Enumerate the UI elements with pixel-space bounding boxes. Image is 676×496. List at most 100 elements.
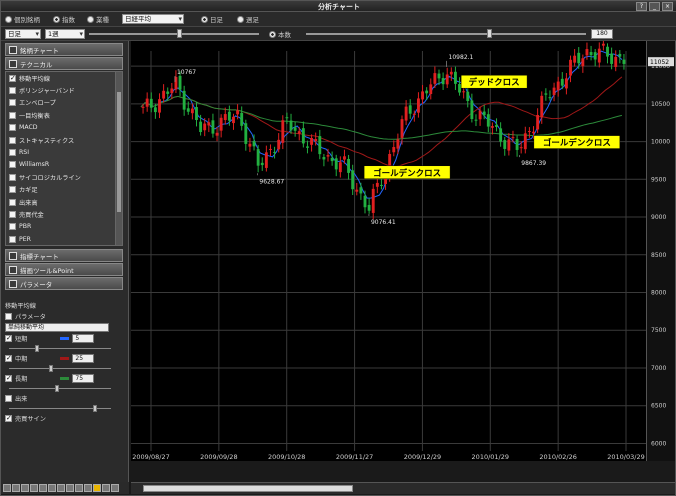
long-ma-input[interactable]: 75 (72, 374, 95, 383)
range-slider-thumb[interactable] (177, 29, 182, 38)
candle-body (601, 43, 605, 46)
indicator-checkbox[interactable] (9, 136, 16, 144)
sidebar-section-parameters[interactable]: パラメータ (5, 277, 123, 290)
tool-icon-1[interactable] (3, 484, 11, 492)
period-select[interactable]: 日足 (5, 29, 41, 39)
indicator-checkbox[interactable] (9, 111, 16, 119)
candle-body (462, 91, 466, 93)
sidebar: 銘柄チャート テクニカル 移動平均線ボリンジャーバンドエンベロープ一目均衡表MA… (1, 41, 129, 483)
checkbox-icon[interactable] (5, 313, 12, 320)
sidebar-section-drawing-tools[interactable]: 描画ツール&Point (5, 263, 123, 276)
tool-icon-4[interactable] (30, 484, 38, 492)
candle-body (622, 59, 626, 64)
tool-icon-7[interactable] (57, 484, 65, 492)
close-button[interactable]: × (662, 2, 673, 11)
candle-body (392, 147, 396, 153)
radio-index[interactable]: 指数 (53, 14, 75, 24)
y-tick-label: 8000 (651, 290, 666, 297)
indicator-checkbox[interactable] (9, 124, 16, 132)
radio-sector[interactable]: 業種 (87, 14, 109, 24)
sidebar-section-stock-chart[interactable]: 銘柄チャート (5, 43, 123, 56)
candle-body (334, 158, 338, 170)
candle-body (248, 143, 252, 147)
long-ma-slider[interactable] (5, 384, 123, 393)
volume-checkbox[interactable] (5, 395, 12, 402)
mid-ma-checkbox[interactable] (5, 354, 12, 362)
help-button[interactable]: ? (636, 2, 647, 11)
tool-icon-12[interactable] (102, 484, 110, 492)
mid-ma-input[interactable]: 25 (72, 354, 95, 363)
tool-icon-highlighted[interactable] (93, 484, 101, 492)
indicator-item[interactable]: ボリンジャーバンド (6, 84, 122, 96)
sidebar-section-technical[interactable]: テクニカル (5, 57, 123, 70)
radio-selected-icon (269, 30, 276, 38)
tool-icon-8[interactable] (66, 484, 74, 492)
indicator-checkbox[interactable] (9, 186, 16, 194)
tool-icon-3[interactable] (21, 484, 29, 492)
long-ma-row: 長期 75 (5, 373, 123, 384)
volume-slider[interactable] (5, 404, 123, 413)
short-ma-slider[interactable] (5, 344, 123, 353)
long-ma-checkbox[interactable] (5, 374, 12, 382)
indicator-checkbox[interactable] (9, 149, 16, 157)
indicator-checkbox[interactable] (9, 87, 16, 95)
indicator-item[interactable]: MACD (6, 122, 122, 134)
ma-type-select[interactable]: 単純移動平均 (5, 323, 109, 332)
indicator-item[interactable]: 出来高 (6, 196, 122, 208)
short-ma-checkbox[interactable] (5, 334, 12, 342)
candlestick-chart[interactable]: 2009/08/27 2009/09/28 2009/10/28 2009/11/27… (131, 37, 646, 461)
indicator-item[interactable]: WilliamsR (6, 159, 122, 171)
candle-body (577, 52, 581, 64)
y-tick-label: 9000 (651, 214, 666, 221)
tool-icon-2[interactable] (12, 484, 20, 492)
radio-daily[interactable]: 日足 (201, 14, 223, 24)
horizontal-scrollbar[interactable] (131, 482, 675, 494)
index-select[interactable]: 日経平均 (122, 14, 184, 24)
span-select[interactable]: 1週 (45, 29, 85, 39)
candle-body (466, 91, 470, 101)
scrollbar-thumb[interactable] (143, 485, 353, 492)
y-tick-label: 10500 (651, 101, 670, 108)
signal-checkbox[interactable] (5, 414, 12, 422)
count-input[interactable]: 180 (591, 29, 613, 39)
indicator-checkbox[interactable] (9, 74, 16, 82)
tool-icon-6[interactable] (48, 484, 56, 492)
indicator-checkbox[interactable] (9, 210, 16, 218)
long-ma-color-swatch[interactable] (60, 377, 70, 380)
indicator-item[interactable]: PER (6, 233, 122, 245)
indicator-checkbox[interactable] (9, 223, 16, 231)
indicator-item[interactable]: サイコロジカルライン (6, 171, 122, 183)
indicator-item[interactable]: RSI (6, 146, 122, 158)
indicator-label: 出来高 (19, 199, 38, 207)
indicator-item[interactable]: 一目均衡表 (6, 109, 122, 121)
tool-icon-9[interactable] (75, 484, 83, 492)
indicator-checkbox[interactable] (9, 235, 16, 243)
radio-weekly[interactable]: 週足 (237, 14, 259, 24)
minimize-button[interactable]: _ (649, 2, 660, 11)
count-slider-thumb[interactable] (487, 29, 492, 38)
mid-ma-color-swatch[interactable] (60, 357, 70, 360)
indicator-item[interactable]: カギ足 (6, 184, 122, 196)
indicator-item[interactable]: エンベロープ (6, 97, 122, 109)
indicator-checkbox[interactable] (9, 198, 16, 206)
tool-icon-13[interactable] (111, 484, 119, 492)
short-ma-input[interactable]: 5 (72, 334, 95, 343)
sidebar-section-indicator-chart[interactable]: 指標チャート (5, 249, 123, 262)
candle-body (606, 46, 609, 57)
indicator-item[interactable]: PBR (6, 221, 122, 233)
indicator-item[interactable]: ストキャスティクス (6, 134, 122, 146)
signal-callout-label: デッドクロス (469, 77, 520, 88)
indicator-checkbox[interactable] (9, 161, 16, 169)
tool-icon-10[interactable] (84, 484, 92, 492)
indicator-item[interactable]: 売買代金 (6, 208, 122, 220)
indicator-item[interactable]: 移動平均線 (6, 72, 122, 84)
scrollbar-thumb[interactable] (117, 92, 121, 212)
count-radio[interactable]: 本数 (269, 29, 291, 39)
indicator-checkbox[interactable] (9, 99, 16, 107)
tool-icon-5[interactable] (39, 484, 47, 492)
mid-ma-slider[interactable] (5, 364, 123, 373)
short-ma-color-swatch[interactable] (60, 337, 70, 340)
indicator-checkbox[interactable] (9, 173, 16, 181)
radio-individual-stock[interactable]: 個別銘柄 (5, 14, 40, 24)
indicator-list-scrollbar[interactable] (115, 72, 122, 245)
